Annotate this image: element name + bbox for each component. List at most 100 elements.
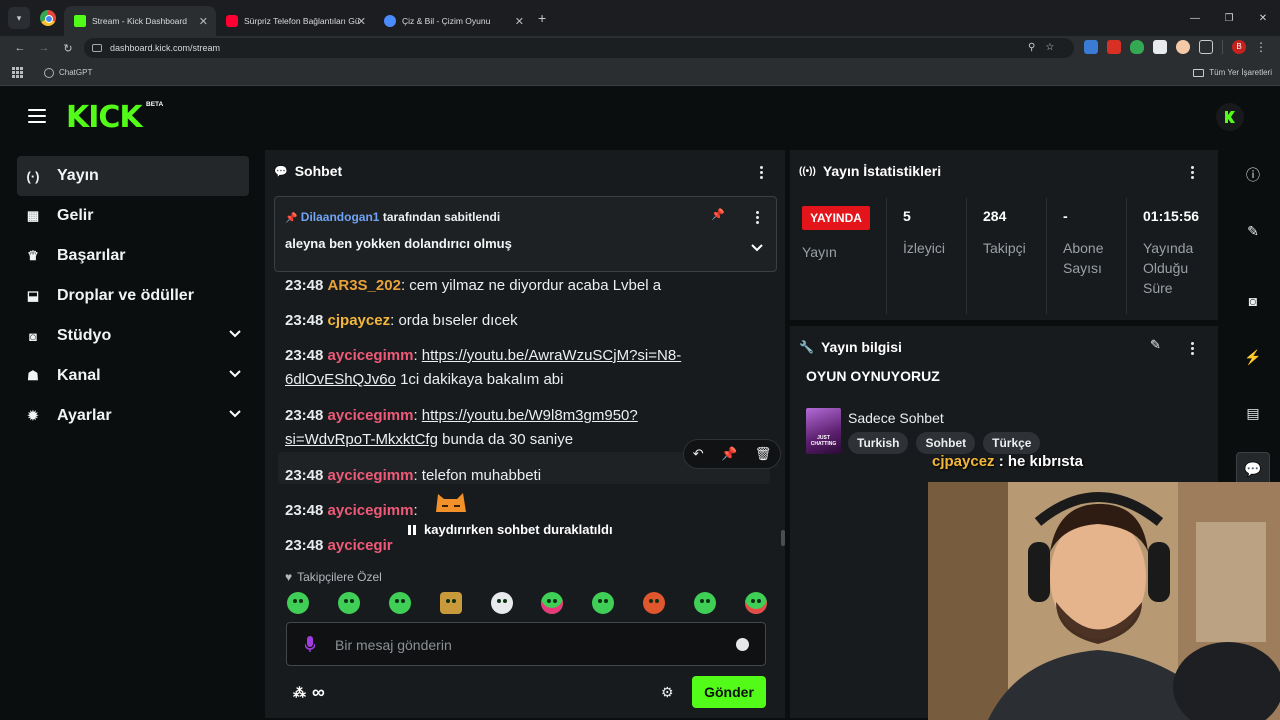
new-tab-icon[interactable]: + bbox=[538, 10, 546, 26]
site-info-icon[interactable] bbox=[92, 44, 102, 52]
camera-frame-icon[interactable]: ◙ bbox=[1236, 284, 1270, 318]
sidebar-item-droplar[interactable]: ⬓ Droplar ve ödüller bbox=[17, 276, 249, 316]
chat-paused-notice[interactable]: kaydırırken sohbet duraklatıldı bbox=[408, 522, 613, 537]
chat-message[interactable]: 23:48 AR3S_202: cem yilmaz ne diyordur a… bbox=[285, 274, 755, 298]
emote-icon[interactable] bbox=[388, 592, 411, 614]
kick-points-icon[interactable]: ⁂ bbox=[293, 685, 306, 701]
lightning-icon[interactable]: ⚡ bbox=[1236, 340, 1270, 374]
minimize-icon[interactable]: — bbox=[1178, 13, 1212, 24]
restore-icon[interactable]: ❐ bbox=[1212, 13, 1246, 24]
pinned-message[interactable]: 📌 Dilaandogan1 tarafından sabitlendi ale… bbox=[274, 196, 777, 272]
tag[interactable]: Türkçe bbox=[983, 432, 1041, 454]
extension-icon[interactable] bbox=[1084, 40, 1098, 54]
chat-messages[interactable]: 23:48 AR3S_202: cem yilmaz ne diyordur a… bbox=[265, 272, 785, 559]
chat-message[interactable]: 23:48 aycicegir bbox=[285, 534, 755, 558]
sidebar-item-gelir[interactable]: ▦ Gelir bbox=[17, 196, 249, 236]
apps-icon[interactable] bbox=[12, 66, 24, 79]
pencil-icon[interactable]: ✎ bbox=[1236, 214, 1270, 248]
bookmark-chatgpt[interactable]: ChatGPT bbox=[44, 67, 92, 78]
tab-youtube[interactable]: Sürpriz Telefon Bağlantıları Gül ✕ bbox=[216, 6, 374, 36]
notes-icon[interactable]: ▤ bbox=[1236, 396, 1270, 430]
reload-icon[interactable]: ↻ bbox=[56, 42, 80, 55]
puzzle-icon[interactable] bbox=[1199, 40, 1213, 54]
message-link[interactable]: https://youtu.be/AwraWzuSCjM?si=N8- bbox=[422, 347, 681, 364]
chevron-down-icon[interactable] bbox=[229, 408, 241, 420]
sidebar-item-basarilar[interactable]: ♛ Başarılar bbox=[17, 236, 249, 276]
emote-icon[interactable] bbox=[541, 592, 564, 614]
emote-icon[interactable] bbox=[337, 592, 360, 614]
chat-message[interactable]: 23:48 cjpaycez: orda bıseler dıcek bbox=[285, 309, 755, 333]
kick-logo[interactable]: KICK bbox=[66, 100, 143, 135]
menu-icon[interactable]: ⋮ bbox=[1255, 40, 1267, 54]
message-user[interactable]: aycicegimm bbox=[328, 407, 414, 424]
chat-input[interactable] bbox=[335, 633, 715, 657]
chat-menu-icon[interactable] bbox=[760, 166, 764, 179]
message-user[interactable]: aycicegimm bbox=[328, 467, 414, 484]
profile-avatar[interactable]: B bbox=[1232, 40, 1246, 54]
sidebar-item-yayin[interactable]: (·) Yayın bbox=[17, 156, 249, 196]
kick-profile-icon[interactable] bbox=[1216, 103, 1244, 131]
emote-icon[interactable] bbox=[490, 592, 513, 614]
chat-toggle-icon[interactable]: 💬 bbox=[1236, 452, 1270, 486]
message-user[interactable]: AR3S_202 bbox=[328, 277, 401, 294]
delete-icon[interactable]: 🗑 bbox=[755, 446, 772, 462]
close-window-icon[interactable]: ✕ bbox=[1246, 13, 1280, 24]
info-icon[interactable]: ⓘ bbox=[1236, 158, 1270, 192]
emote-icon[interactable] bbox=[694, 592, 716, 614]
emote-icon[interactable] bbox=[592, 592, 615, 614]
chevron-down-icon[interactable] bbox=[751, 242, 763, 254]
category-name[interactable]: Sadece Sohbet bbox=[848, 410, 944, 426]
close-tab-icon[interactable]: ✕ bbox=[357, 15, 366, 28]
close-tab-icon[interactable]: ✕ bbox=[515, 15, 524, 28]
send-button[interactable]: Gönder bbox=[692, 676, 766, 708]
message-link[interactable]: https://youtu.be/W9l8m3gm950? bbox=[422, 407, 638, 424]
unpin-icon[interactable]: 📌 bbox=[711, 208, 725, 221]
microphone-icon[interactable] bbox=[305, 636, 315, 652]
chevron-down-icon[interactable] bbox=[229, 328, 241, 340]
sidebar-item-kanal[interactable]: ☗ Kanal bbox=[17, 356, 249, 396]
message-link[interactable]: 6dlOvEShQJv6o bbox=[285, 371, 396, 388]
chat-scrollbar[interactable] bbox=[781, 530, 785, 546]
all-bookmarks[interactable]: Tüm Yer İşaretleri bbox=[1193, 68, 1272, 77]
message-user[interactable]: aycicegimm bbox=[328, 502, 414, 519]
stats-menu-icon[interactable] bbox=[1191, 166, 1195, 179]
chat-message[interactable]: 23:48 aycicegimm: telefon muhabbeti bbox=[285, 464, 755, 488]
shield-extension-icon[interactable] bbox=[1130, 40, 1144, 54]
message-user[interactable]: aycicegimm bbox=[328, 347, 414, 364]
hamburger-menu-icon[interactable] bbox=[28, 109, 46, 123]
tab-kick-dashboard[interactable]: Stream - Kick Dashboard ✕ bbox=[64, 6, 216, 36]
message-link[interactable]: si=WdvRpoT-MkxktCfg bbox=[285, 431, 438, 448]
tag[interactable]: Turkish bbox=[848, 432, 909, 454]
category-thumbnail[interactable]: JUST CHATTING bbox=[806, 408, 841, 454]
zoom-icon[interactable]: ⚲ bbox=[1028, 42, 1035, 53]
sidebar-item-ayarlar[interactable]: ✹ Ayarlar bbox=[17, 396, 249, 436]
edit-icon[interactable]: ✎ bbox=[1150, 337, 1161, 353]
info-menu-icon[interactable] bbox=[1191, 342, 1195, 355]
emote-icon[interactable] bbox=[744, 592, 767, 614]
chat-message[interactable]: 23:48 aycicegimm: https://youtu.be/AwraW… bbox=[285, 344, 755, 392]
emote-icon[interactable] bbox=[643, 592, 666, 614]
emote-icon[interactable] bbox=[287, 592, 309, 614]
chat-message[interactable]: 23:48 aycicegimm: bbox=[285, 499, 755, 523]
chat-settings-icon[interactable]: ⚙ bbox=[661, 684, 674, 701]
sidebar-item-studyo[interactable]: ◙ Stüdyo bbox=[17, 316, 249, 356]
extension-icon[interactable] bbox=[1153, 40, 1167, 54]
close-tab-icon[interactable]: ✕ bbox=[199, 15, 208, 28]
pinned-menu-icon[interactable] bbox=[756, 211, 760, 224]
message-user[interactable]: cjpaycez bbox=[328, 312, 391, 329]
pinned-user[interactable]: Dilaandogan1 bbox=[301, 210, 380, 224]
tag[interactable]: Sohbet bbox=[916, 432, 976, 454]
pdf-extension-icon[interactable] bbox=[1107, 40, 1121, 54]
extension-icon[interactable] bbox=[1176, 40, 1190, 54]
forward-icon[interactable]: → bbox=[32, 42, 56, 54]
tab-ciz-bil[interactable]: Çiz & Bil - Çizim Oyunu ✕ bbox=[374, 6, 532, 36]
undo-icon[interactable]: ↶ bbox=[693, 446, 704, 462]
chevron-down-icon[interactable] bbox=[229, 368, 241, 380]
tab-search-button[interactable]: ▾ bbox=[8, 7, 30, 29]
emoji-icon[interactable] bbox=[736, 638, 749, 651]
pin-message-icon[interactable]: 📌 bbox=[721, 446, 737, 462]
bookmark-star-icon[interactable]: ☆ bbox=[1045, 42, 1054, 53]
message-user[interactable]: aycicegir bbox=[328, 537, 393, 554]
back-icon[interactable]: ← bbox=[8, 42, 32, 54]
url-bar[interactable]: dashboard.kick.com/stream bbox=[84, 38, 1074, 58]
